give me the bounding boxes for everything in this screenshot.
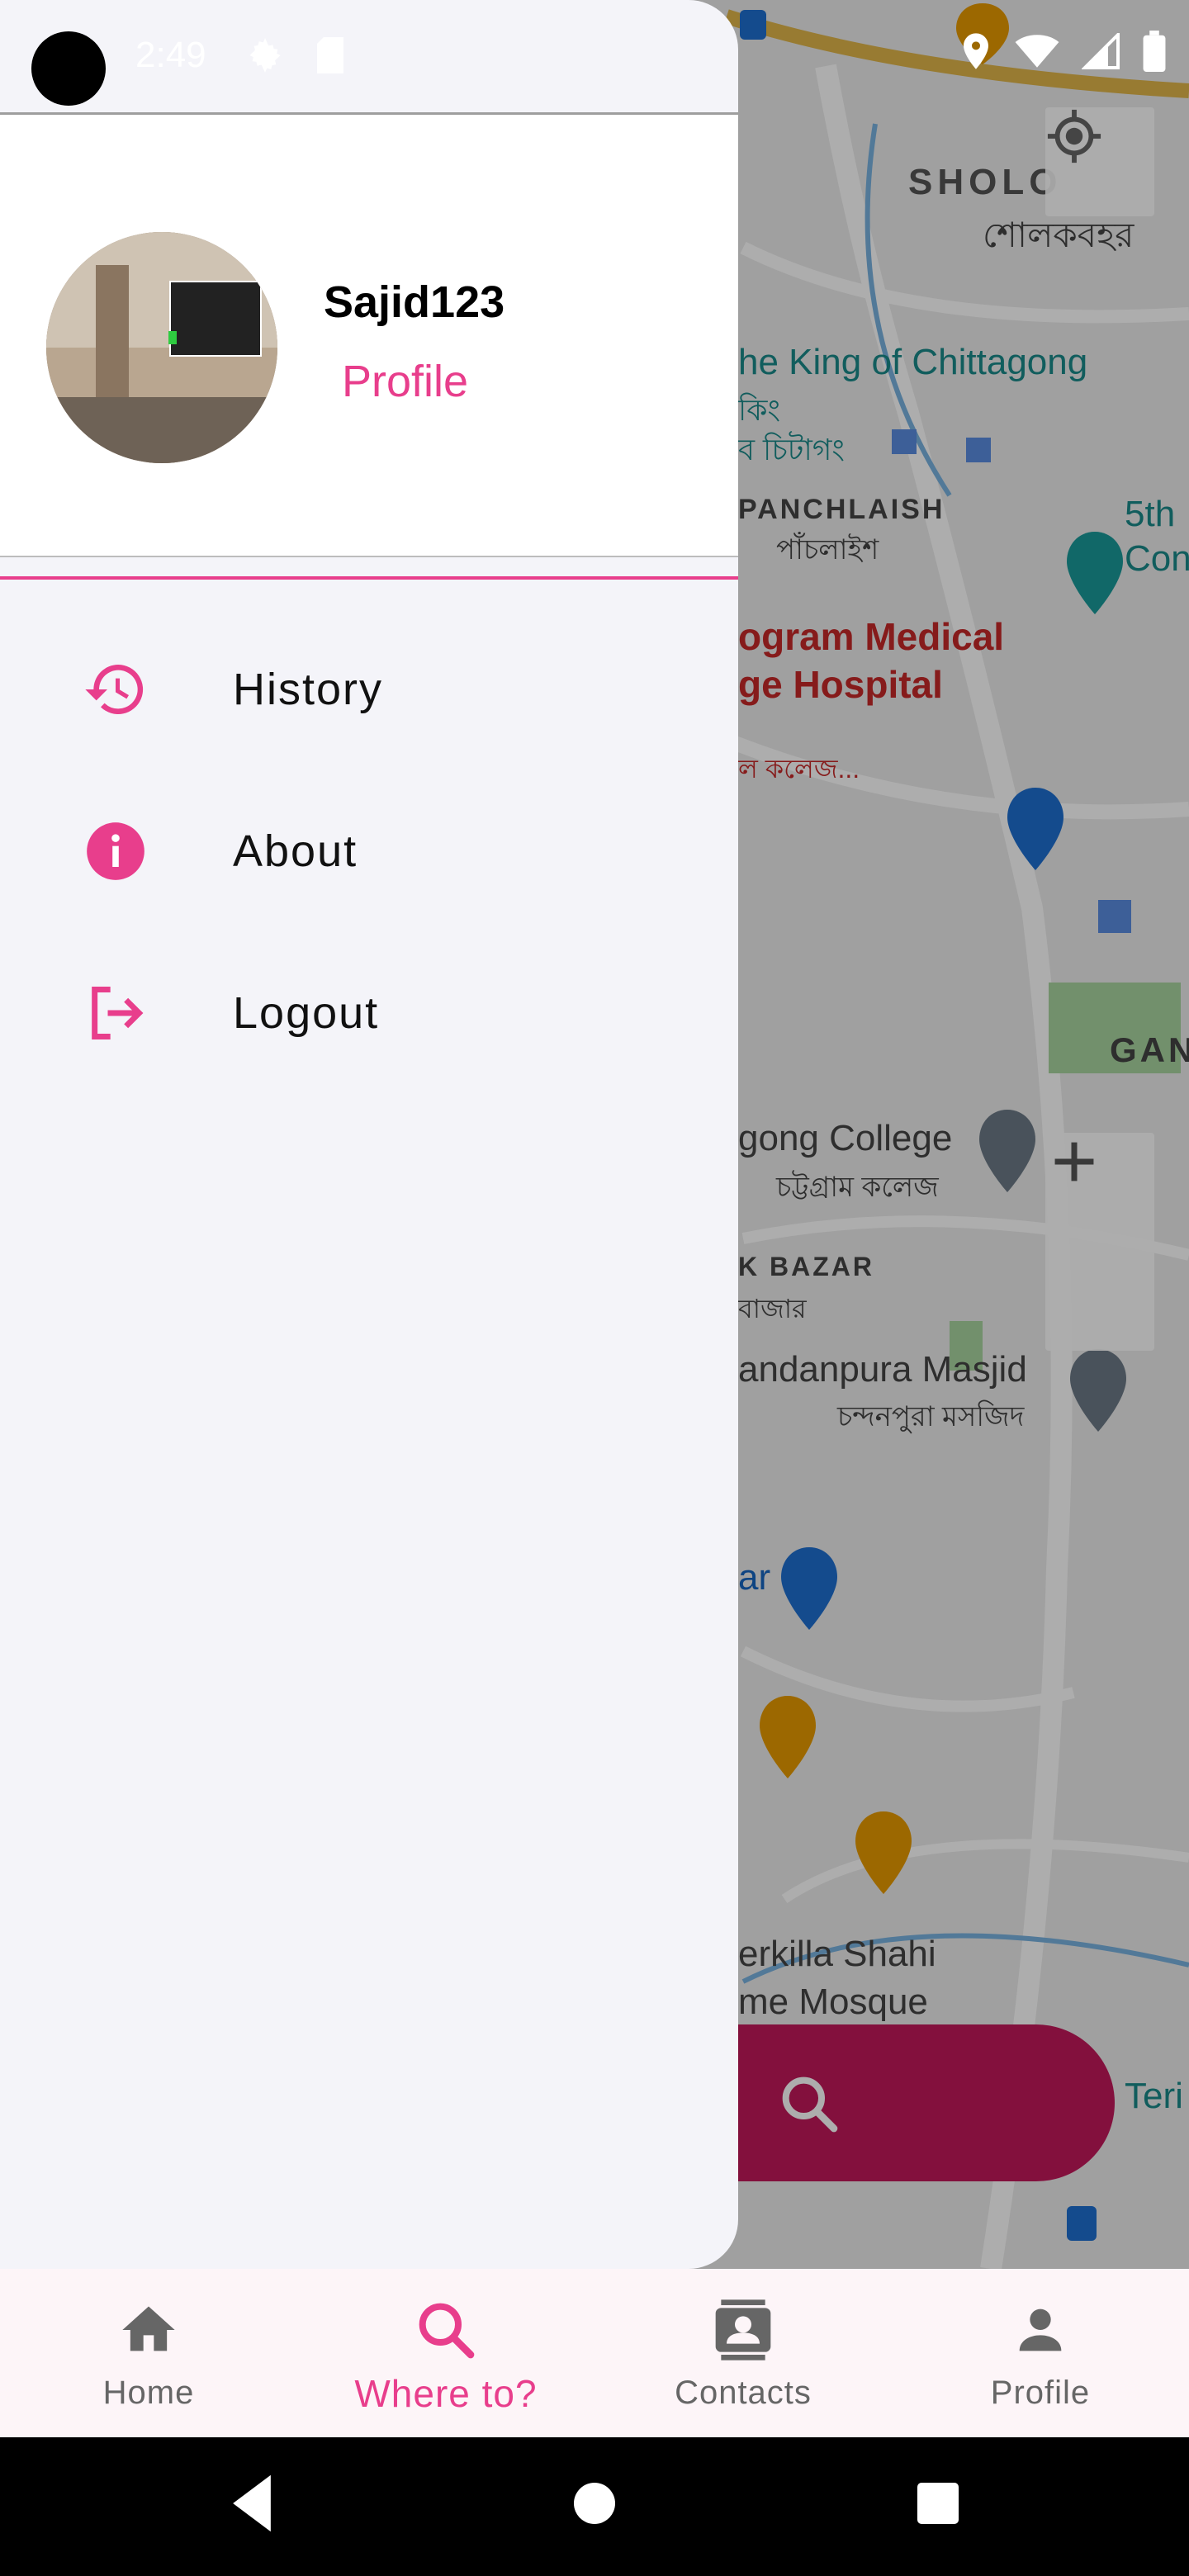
person-icon bbox=[1009, 2297, 1072, 2363]
nav-item-label: Contacts bbox=[675, 2375, 812, 2411]
nav-item-home[interactable]: Home bbox=[0, 2269, 297, 2437]
nav-item-where-to[interactable]: Where to? bbox=[297, 2269, 594, 2437]
status-time: 2:49 bbox=[135, 35, 206, 75]
status-bar: 2:49 bbox=[0, 0, 738, 112]
status-bar-icons bbox=[959, 30, 1166, 73]
menu-item-label: About bbox=[233, 826, 358, 876]
avatar-image bbox=[46, 232, 277, 463]
profile-link[interactable]: Profile bbox=[342, 356, 468, 407]
system-navigation-bar bbox=[0, 2437, 1189, 2576]
info-icon bbox=[83, 818, 149, 884]
drawer-header: Sajid123 Profile bbox=[0, 112, 738, 557]
menu-item-about[interactable]: About bbox=[0, 789, 738, 913]
nav-item-contacts[interactable]: Contacts bbox=[594, 2269, 892, 2437]
home-icon bbox=[117, 2297, 180, 2363]
nav-item-profile[interactable]: Profile bbox=[892, 2269, 1189, 2437]
menu-item-logout[interactable]: Logout bbox=[0, 951, 738, 1075]
nav-item-label: Where to? bbox=[354, 2372, 538, 2415]
signal-icon bbox=[1082, 33, 1120, 69]
divider bbox=[0, 576, 738, 580]
camera-cutout bbox=[31, 31, 106, 106]
history-icon bbox=[83, 656, 149, 722]
menu-item-label: Logout bbox=[233, 988, 380, 1038]
contacts-icon bbox=[710, 2297, 776, 2363]
logout-icon bbox=[83, 980, 149, 1046]
wifi-icon bbox=[1015, 35, 1059, 68]
avatar[interactable] bbox=[46, 232, 277, 463]
navigation-drawer: 2:49 Sajid123 Profile History About Logo… bbox=[0, 0, 738, 2269]
location-icon bbox=[964, 33, 988, 69]
sd-card-icon bbox=[317, 37, 343, 73]
recents-icon[interactable] bbox=[913, 2470, 963, 2536]
menu-item-label: History bbox=[233, 665, 384, 714]
battery-icon bbox=[1143, 31, 1166, 72]
username: Sajid123 bbox=[324, 277, 505, 327]
back-icon[interactable] bbox=[223, 2470, 281, 2536]
nav-item-label: Home bbox=[102, 2375, 195, 2411]
nav-item-label: Profile bbox=[990, 2375, 1091, 2411]
menu-item-history[interactable]: History bbox=[0, 627, 738, 751]
home-circle-icon[interactable] bbox=[570, 2470, 619, 2536]
bottom-navigation: Home Where to? Contacts Profile bbox=[0, 2269, 1189, 2437]
settings-icon bbox=[249, 38, 281, 73]
search-icon bbox=[413, 2297, 479, 2363]
